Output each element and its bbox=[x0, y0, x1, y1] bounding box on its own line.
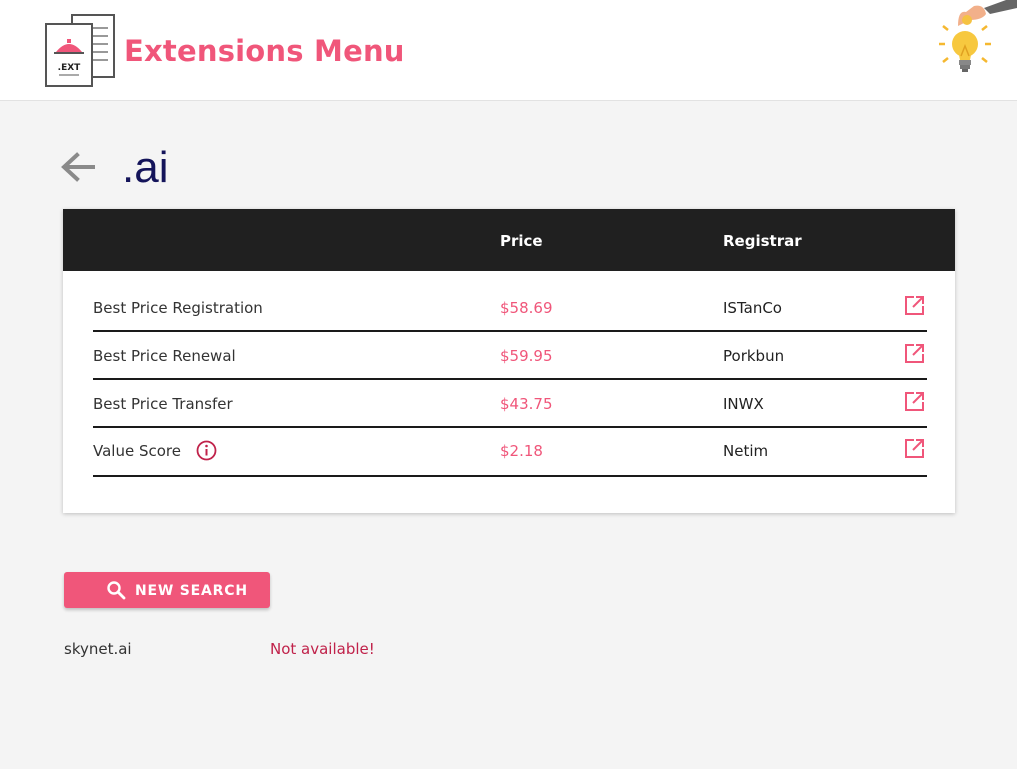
new-search-label: NEW SEARCH bbox=[135, 583, 248, 599]
back-arrow-icon[interactable] bbox=[60, 150, 96, 184]
new-search-button[interactable]: NEW SEARCH bbox=[64, 572, 270, 608]
app-header: .EXT Extensions Menu bbox=[0, 0, 1017, 101]
row-registrar: ISTanCo bbox=[723, 299, 782, 317]
pricing-table-card: Price Registrar Best Price Registration … bbox=[63, 209, 955, 513]
row-price: $2.18 bbox=[500, 442, 543, 460]
external-link-icon[interactable] bbox=[904, 295, 925, 316]
info-icon[interactable] bbox=[196, 440, 217, 461]
lightbulb-idea-icon bbox=[939, 0, 1017, 72]
table-row-transfer: Best Price Transfer $43.75 INWX bbox=[93, 380, 927, 428]
logo-text: .EXT bbox=[58, 63, 82, 73]
extensions-menu-logo-icon: .EXT bbox=[45, 14, 115, 87]
row-label: Best Price Registration bbox=[93, 299, 263, 317]
row-price: $43.75 bbox=[500, 395, 553, 413]
row-label: Value Score bbox=[93, 442, 181, 460]
external-link-icon[interactable] bbox=[904, 391, 925, 412]
row-registrar: Porkbun bbox=[723, 347, 785, 365]
table-row-registration: Best Price Registration $58.69 ISTanCo bbox=[93, 284, 927, 332]
row-registrar: Netim bbox=[723, 442, 769, 460]
row-label: Best Price Transfer bbox=[93, 395, 233, 413]
external-link-icon[interactable] bbox=[904, 438, 925, 459]
tld-title: .ai bbox=[122, 143, 169, 192]
search-icon bbox=[107, 581, 126, 600]
availability-status: Not available! bbox=[270, 640, 375, 658]
table-row-renewal: Best Price Renewal $59.95 Porkbun bbox=[93, 332, 927, 380]
column-header-price: Price bbox=[500, 232, 543, 250]
external-link-icon[interactable] bbox=[904, 343, 925, 364]
row-price: $58.69 bbox=[500, 299, 553, 317]
column-header-registrar: Registrar bbox=[723, 232, 802, 250]
row-price: $59.95 bbox=[500, 347, 553, 365]
table-header: Price Registrar bbox=[63, 209, 955, 271]
table-row-value-score: Value Score $2.18 Netim bbox=[93, 428, 927, 477]
app-title: Extensions Menu bbox=[124, 34, 405, 68]
row-registrar: INWX bbox=[723, 395, 764, 413]
row-label: Best Price Renewal bbox=[93, 347, 236, 365]
result-domain: skynet.ai bbox=[64, 640, 132, 658]
